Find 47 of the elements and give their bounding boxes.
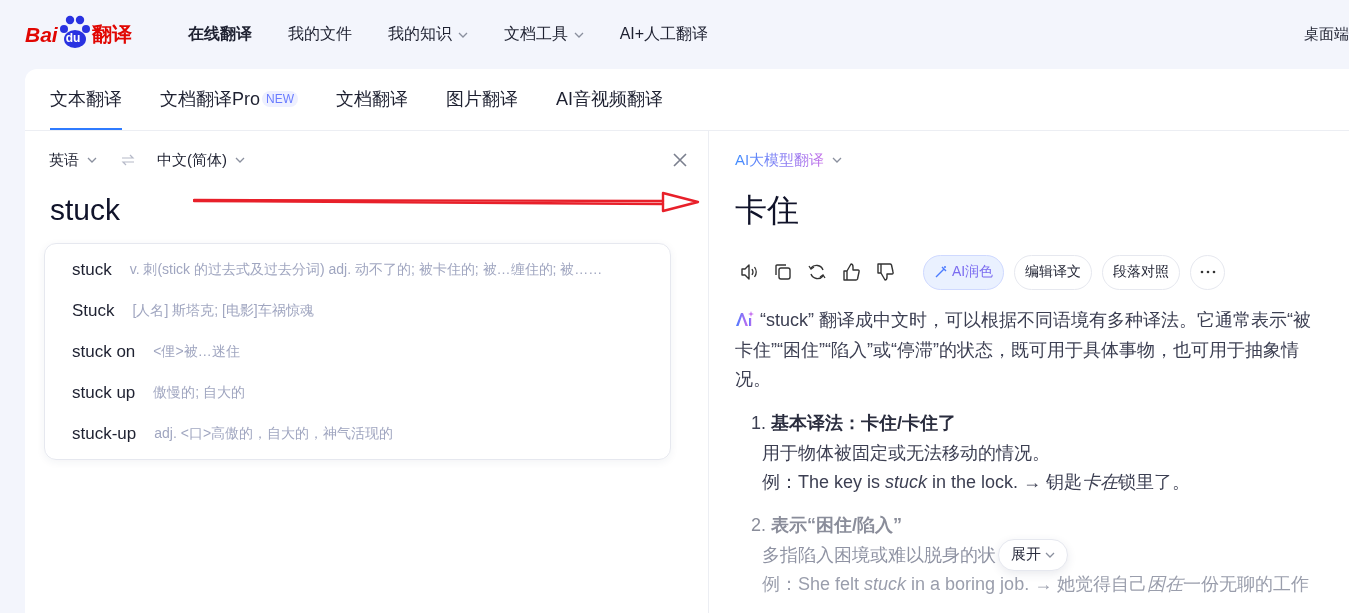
sense-heading: 基本译法：卡住/卡住了 <box>771 412 956 435</box>
caret-icon <box>1045 551 1055 558</box>
suggestion-word[interactable]: stuck <box>72 259 112 280</box>
list-number: 1. <box>750 412 766 435</box>
tab[interactable]: 图片翻译 <box>446 69 518 130</box>
close-icon[interactable] <box>672 152 688 168</box>
suggestion-word[interactable]: stuck on <box>72 341 136 362</box>
baidu-logo[interactable]: Bai du 翻译 <box>25 17 132 52</box>
caret-icon <box>832 157 843 163</box>
list-number: 2. <box>750 514 766 537</box>
suggestion-definition: [人名] 斯塔克; [电影]车祸惊魂 <box>132 301 314 320</box>
sense-text: 用于物体被固定或无法移动的情况。 <box>762 441 1050 465</box>
nav-item[interactable]: AI+人工翻译 <box>619 24 709 45</box>
sense-text: 例：The key is stuck in the lock. → 钥匙卡在锁里了。 <box>762 470 1191 494</box>
pill-button[interactable]: 编辑译文 <box>1014 254 1093 290</box>
summary-paragraph: “stuck” 翻译成中文时，可以根据不同语境有多种译法。它通常表示“被卡住”“困住”“陷入”或“停滞”的状态，既可用于具体事物，也可用于抽象情况。 <box>735 306 1317 394</box>
tab[interactable]: AI音视频翻译 <box>556 69 664 130</box>
translation-text: 卡住 <box>735 191 800 230</box>
sense-heading: 表示“困住/陷入” <box>771 514 902 537</box>
suggestion-definition: v. 刺(stick 的过去式及过去分词) adj. 动不了的; 被卡住的; 被…缠住的; 被…… <box>129 260 603 279</box>
expand-button[interactable]: 展开 <box>998 538 1068 571</box>
source-input[interactable]: stuck <box>44 189 684 231</box>
pill-button[interactable]: 段落对照 <box>1102 254 1181 290</box>
language-select[interactable]: 英语 <box>49 150 97 170</box>
suggestion-word[interactable]: stuck-up <box>72 423 137 444</box>
tab[interactable]: 文档翻译 <box>336 69 408 130</box>
language-select[interactable]: 中文(简体) <box>157 150 245 170</box>
suggestion-definition: adj. <口>高傲的，自大的，神气活现的 <box>154 424 394 443</box>
wand-icon <box>934 265 948 279</box>
sense-text: 多指陷入困境或难以脱身的状 <box>762 543 996 567</box>
ai-polish-button[interactable]: AI润色 <box>923 254 1005 290</box>
nav-item[interactable]: 在线翻译 <box>187 24 252 45</box>
tab[interactable]: 文档翻译Pro NEW <box>160 69 298 130</box>
nav-item[interactable]: 我的知识 <box>387 24 468 45</box>
caret-icon <box>235 157 245 163</box>
suggestion-word[interactable]: Stuck <box>72 300 115 321</box>
caret-icon <box>87 157 97 163</box>
suggestion-definition: <俚>被…迷住 <box>153 342 240 361</box>
sense-text: 例：She felt stuck in a boring job. → 她觉得自己困在一份无聊的工作 <box>762 572 1310 596</box>
desktop-link[interactable]: 桌面端 <box>1304 25 1349 44</box>
nav-item[interactable]: 我的文件 <box>287 24 352 45</box>
suggestion-word[interactable]: stuck up <box>72 382 136 403</box>
nav-item[interactable]: 文档工具 <box>503 24 584 45</box>
more-icon <box>1199 270 1216 274</box>
suggestion-definition: 傲慢的; 自大的 <box>153 383 246 402</box>
tab[interactable]: 文本翻译 <box>50 69 122 130</box>
new-badge: NEW <box>262 90 298 107</box>
